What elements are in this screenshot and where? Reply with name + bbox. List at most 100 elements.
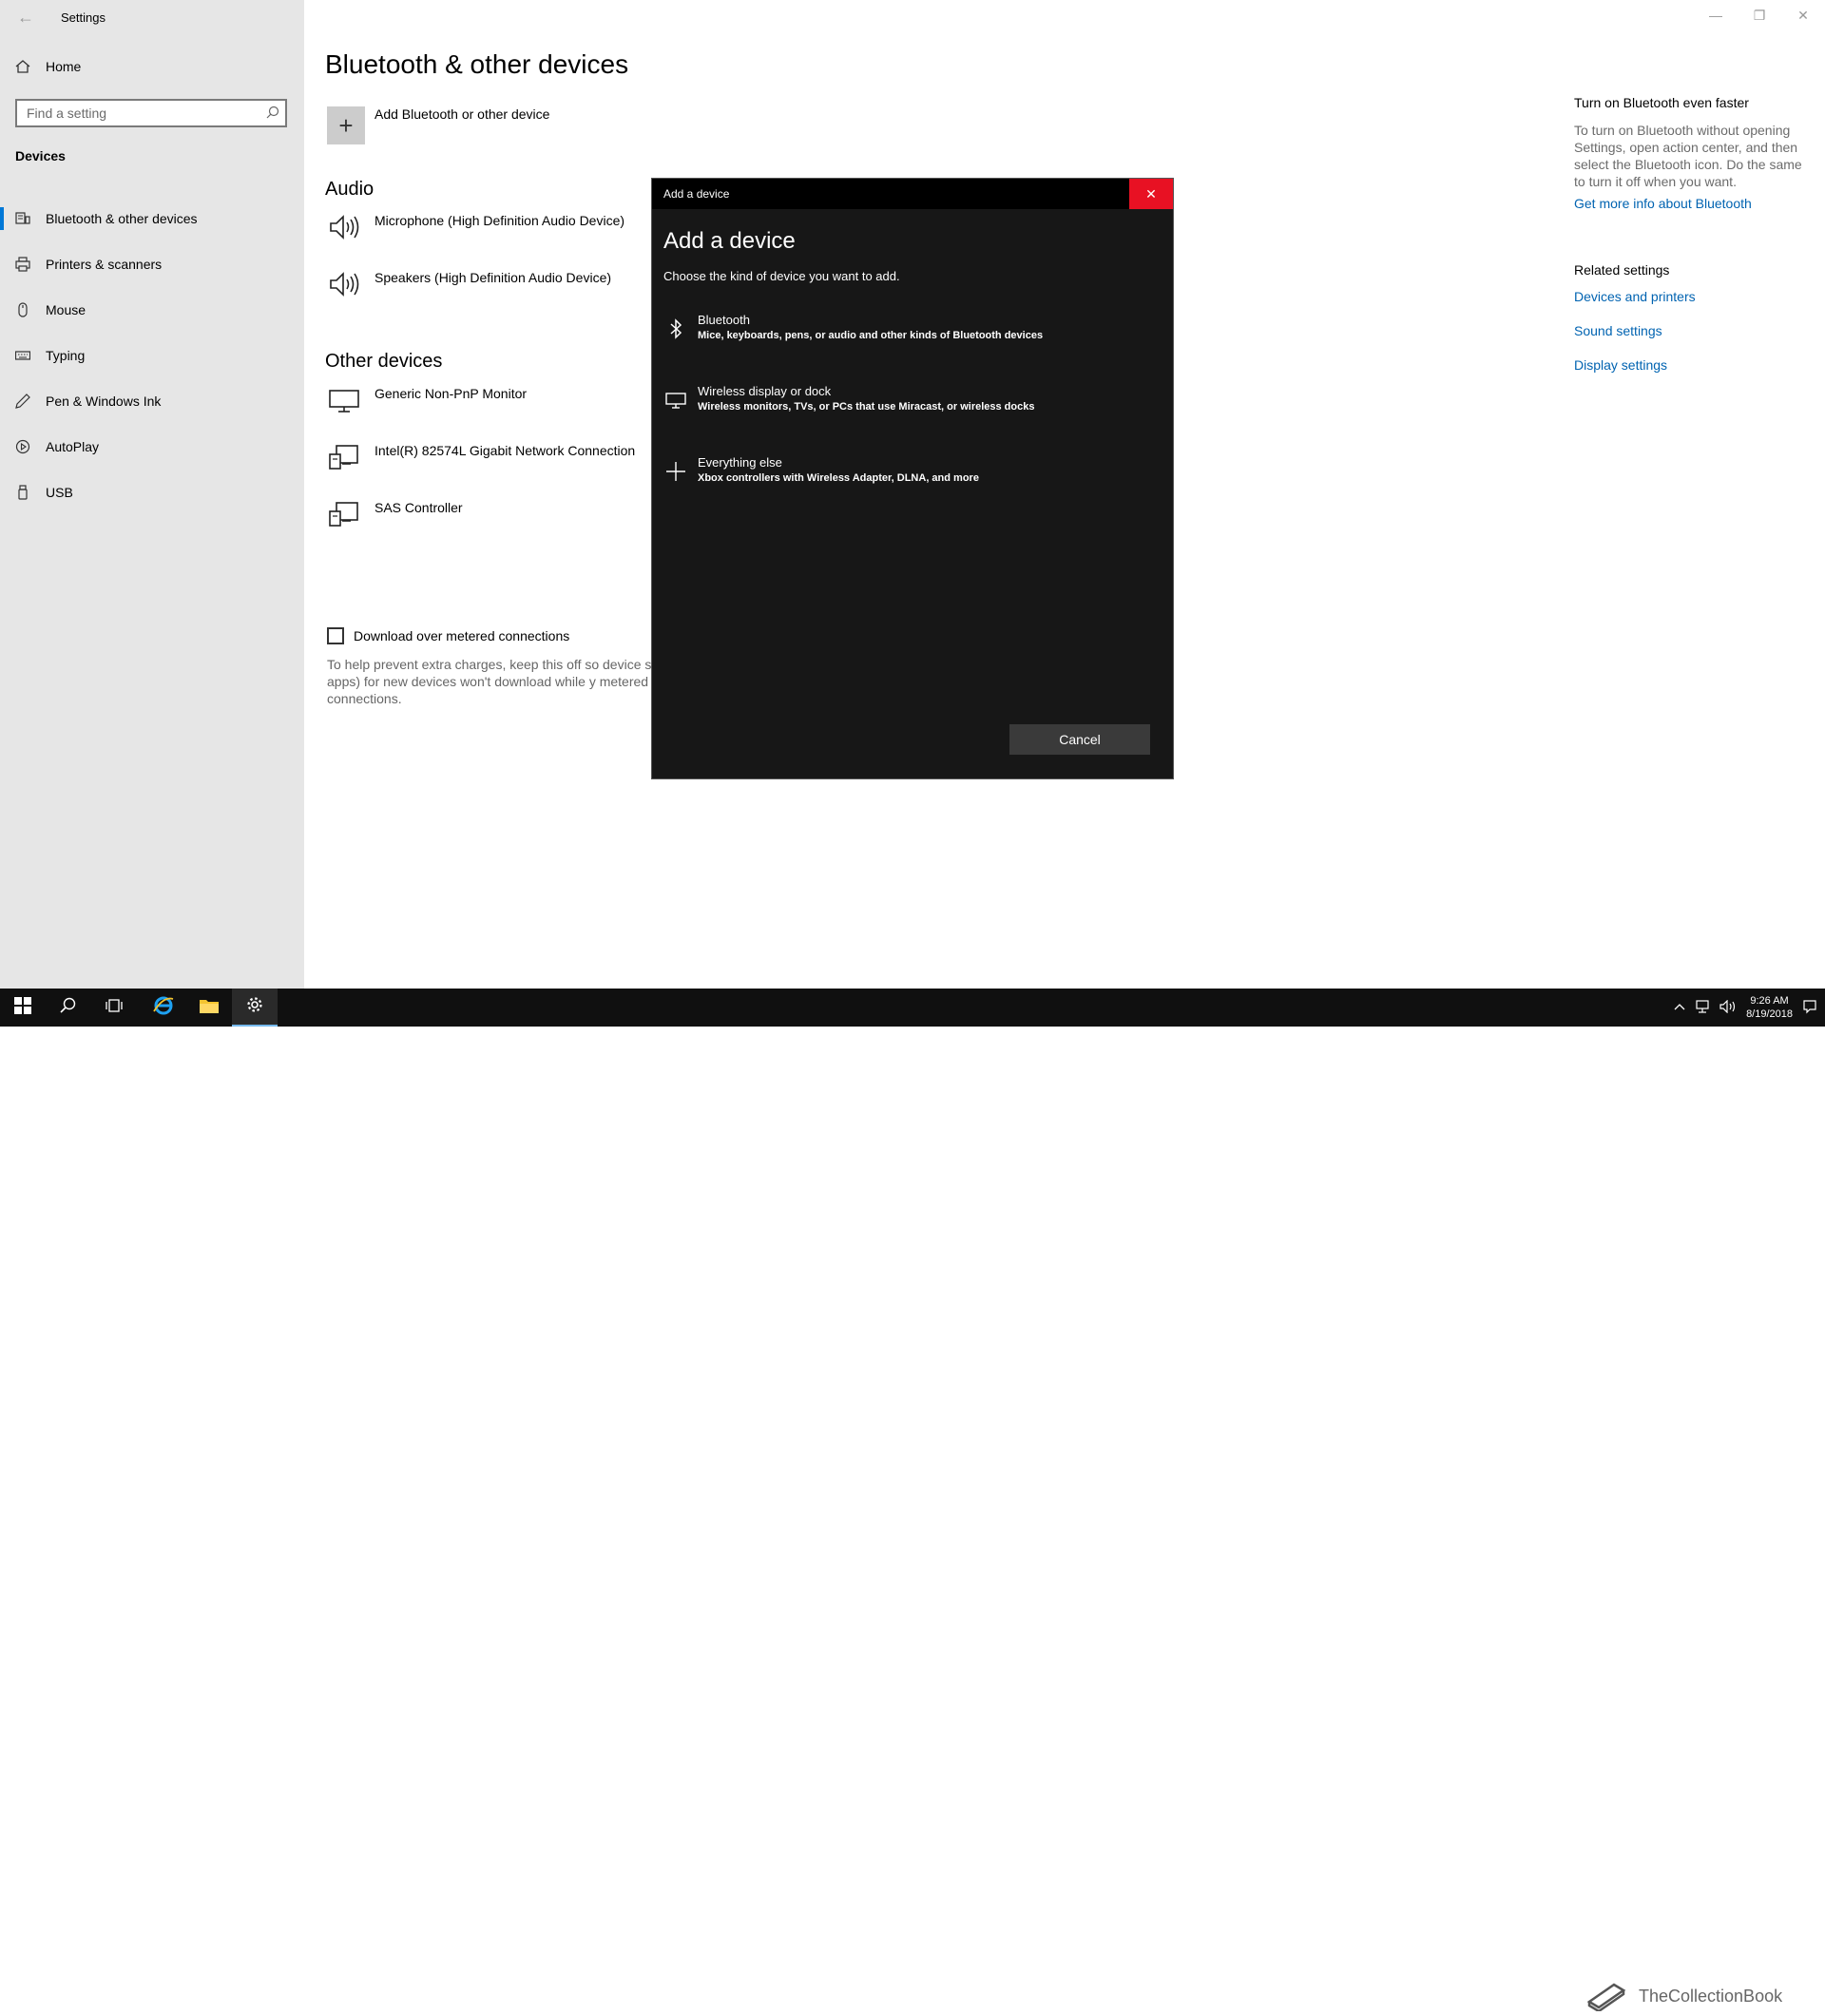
display-settings-link[interactable]: Display settings bbox=[1574, 357, 1812, 373]
dialog-close-button[interactable]: ✕ bbox=[1129, 179, 1173, 209]
dialog-heading: Add a device bbox=[663, 228, 796, 254]
option-everything-else[interactable]: Everything else Xbox controllers with Wi… bbox=[658, 454, 1162, 508]
home-label: Home bbox=[46, 59, 82, 74]
option-wireless-display[interactable]: Wireless display or dock Wireless monito… bbox=[658, 383, 1162, 436]
sidebar-item-label: Bluetooth & other devices bbox=[46, 211, 198, 226]
notifications-icon[interactable] bbox=[1802, 999, 1817, 1017]
option-bluetooth[interactable]: Bluetooth Mice, keyboards, pens, or audi… bbox=[658, 312, 1162, 365]
sidebar-item-label: Mouse bbox=[46, 302, 86, 317]
add-device-button[interactable]: + bbox=[327, 106, 365, 144]
taskbar-search-button[interactable] bbox=[46, 989, 91, 1027]
chevron-up-icon[interactable] bbox=[1674, 1002, 1685, 1013]
task-view-button[interactable] bbox=[91, 989, 137, 1027]
gear-icon bbox=[245, 995, 264, 1019]
sound-settings-link[interactable]: Sound settings bbox=[1574, 323, 1812, 338]
option-text: Bluetooth Mice, keyboards, pens, or audi… bbox=[698, 312, 1043, 365]
bluetooth-tip-heading: Turn on Bluetooth even faster bbox=[1574, 95, 1749, 110]
taskbar: TheCollectionBook 9:26 AM 8/19/2018 bbox=[0, 989, 1825, 2012]
metered-setting[interactable]: Download over metered connections bbox=[327, 627, 569, 644]
device-name: Generic Non-PnP Monitor bbox=[375, 386, 528, 401]
device-item-monitor[interactable]: Generic Non-PnP Monitor bbox=[327, 386, 527, 420]
folder-icon bbox=[199, 997, 220, 1019]
clock-time: 9:26 AM bbox=[1750, 995, 1789, 1007]
bluetooth-info-link[interactable]: Get more info about Bluetooth bbox=[1574, 196, 1812, 211]
book-logo-icon bbox=[1585, 1977, 1627, 2016]
settings-taskbar-button[interactable] bbox=[232, 989, 278, 1027]
search-icon[interactable] bbox=[260, 106, 285, 122]
maximize-button[interactable]: ❐ bbox=[1738, 0, 1781, 30]
sidebar-item-bluetooth[interactable]: Bluetooth & other devices bbox=[0, 196, 304, 241]
close-window-button[interactable]: ✕ bbox=[1781, 0, 1825, 30]
sidebar-item-label: AutoPlay bbox=[46, 439, 100, 454]
device-item-speakers[interactable]: Speakers (High Definition Audio Device) bbox=[327, 270, 611, 304]
option-description: Xbox controllers with Wireless Adapter, … bbox=[698, 472, 979, 484]
bluetooth-tip-text: To turn on Bluetooth without opening Set… bbox=[1574, 123, 1802, 189]
sidebar-item-label: Pen & Windows Ink bbox=[46, 394, 162, 409]
sidebar-nav: Bluetooth & other devices Printers & sca… bbox=[0, 196, 304, 515]
sidebar-item-label: USB bbox=[46, 485, 73, 500]
device-name: Speakers (High Definition Audio Device) bbox=[375, 270, 612, 285]
option-text: Wireless display or dock Wireless monito… bbox=[698, 383, 1034, 436]
window-controls: — ❐ ✕ bbox=[1694, 0, 1825, 30]
sidebar-home[interactable]: Home bbox=[15, 59, 81, 74]
add-device-label[interactable]: Add Bluetooth or other device bbox=[375, 106, 549, 122]
pen-icon bbox=[15, 394, 30, 409]
controller-device-icon bbox=[327, 500, 361, 534]
internet-explorer-icon bbox=[152, 994, 175, 1022]
cancel-button[interactable]: Cancel bbox=[1009, 724, 1150, 755]
file-explorer-button[interactable] bbox=[186, 989, 232, 1027]
sidebar-item-pen[interactable]: Pen & Windows Ink bbox=[0, 378, 304, 424]
back-arrow-icon[interactable]: ← bbox=[17, 8, 36, 28]
plus-icon: + bbox=[338, 110, 354, 140]
other-devices-group-title: Other devices bbox=[325, 351, 443, 372]
device-item-sas[interactable]: SAS Controller bbox=[327, 500, 463, 534]
titlebar-left: ← Settings bbox=[17, 8, 106, 28]
edge-browser-button[interactable] bbox=[141, 989, 186, 1027]
device-name: SAS Controller bbox=[375, 500, 463, 515]
system-tray: 9:26 AM 8/19/2018 bbox=[1674, 989, 1825, 1027]
device-name: Microphone (High Definition Audio Device… bbox=[375, 213, 625, 228]
network-device-icon bbox=[327, 443, 361, 477]
dialog-subtitle: Choose the kind of device you want to ad… bbox=[663, 269, 900, 283]
app-title: Settings bbox=[61, 10, 106, 25]
speaker-icon bbox=[327, 270, 361, 304]
option-description: Wireless monitors, TVs, or PCs that use … bbox=[698, 401, 1035, 413]
volume-icon[interactable] bbox=[1719, 999, 1737, 1016]
option-title: Wireless display or dock bbox=[698, 384, 832, 398]
keyboard-icon bbox=[15, 348, 30, 363]
task-view-icon bbox=[105, 997, 124, 1019]
option-title: Everything else bbox=[698, 455, 782, 470]
monitor-icon bbox=[327, 386, 361, 420]
device-item-microphone[interactable]: Microphone (High Definition Audio Device… bbox=[327, 213, 624, 247]
sidebar-item-typing[interactable]: Typing bbox=[0, 333, 304, 378]
windows-logo-icon bbox=[14, 996, 31, 1019]
start-button[interactable] bbox=[0, 989, 46, 1027]
search-input[interactable] bbox=[17, 101, 260, 125]
device-item-network[interactable]: Intel(R) 82574L Gigabit Network Connecti… bbox=[327, 443, 635, 477]
dialog-titlebar: Add a device ✕ bbox=[652, 179, 1173, 209]
sidebar-item-mouse[interactable]: Mouse bbox=[0, 287, 304, 333]
taskbar-clock[interactable]: 9:26 AM 8/19/2018 bbox=[1746, 994, 1793, 1021]
search-box[interactable] bbox=[15, 99, 287, 127]
metered-checkbox[interactable] bbox=[327, 627, 344, 644]
audio-group-title: Audio bbox=[325, 179, 375, 200]
autoplay-icon bbox=[15, 439, 30, 454]
metered-label: Download over metered connections bbox=[354, 628, 570, 643]
bluetooth-devices-icon bbox=[15, 211, 30, 226]
sidebar-item-printers[interactable]: Printers & scanners bbox=[0, 241, 304, 287]
minimize-button[interactable]: — bbox=[1694, 0, 1738, 30]
watermark-text: TheCollectionBook bbox=[1639, 1986, 1783, 2006]
option-description: Mice, keyboards, pens, or audio and othe… bbox=[698, 330, 1044, 341]
sidebar-item-usb[interactable]: USB bbox=[0, 470, 304, 515]
sidebar-item-label: Printers & scanners bbox=[46, 257, 163, 272]
monitor-icon bbox=[665, 383, 686, 417]
device-name: Intel(R) 82574L Gigabit Network Connecti… bbox=[375, 443, 636, 458]
sidebar-item-autoplay[interactable]: AutoPlay bbox=[0, 424, 304, 470]
network-icon[interactable] bbox=[1695, 999, 1710, 1016]
option-text: Everything else Xbox controllers with Wi… bbox=[698, 454, 979, 508]
usb-icon bbox=[15, 485, 30, 500]
devices-printers-link[interactable]: Devices and printers bbox=[1574, 289, 1812, 304]
bluetooth-icon bbox=[665, 312, 686, 346]
sidebar-item-label: Typing bbox=[46, 348, 86, 363]
search-icon bbox=[60, 997, 77, 1019]
